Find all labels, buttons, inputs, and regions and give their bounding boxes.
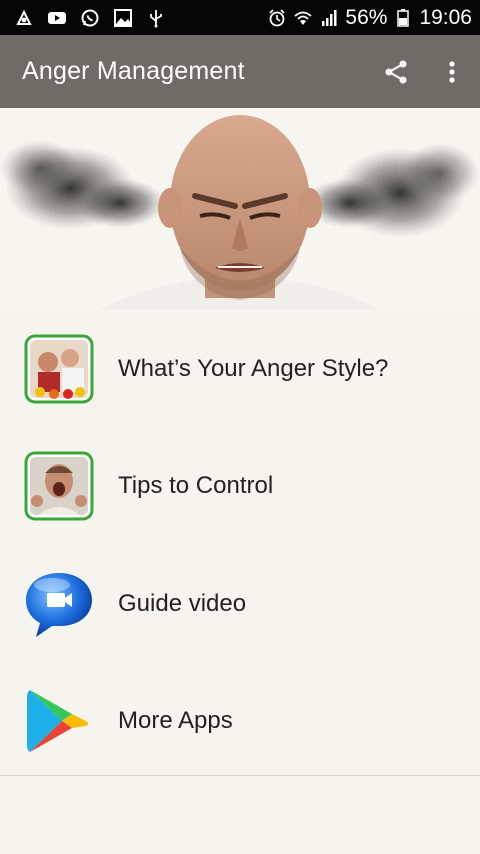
- share-icon: [385, 60, 407, 83]
- menu-item-label: Tips to Control: [118, 472, 274, 500]
- anger-style-thumbnail: [24, 334, 94, 404]
- app-title: Anger Management: [22, 57, 245, 85]
- menu-item-anger-style[interactable]: What’s Your Anger Style?: [0, 310, 480, 428]
- gallery-icon: [113, 8, 133, 28]
- wifi-icon: [293, 8, 313, 28]
- overflow-menu-button[interactable]: [424, 35, 480, 108]
- clock: 19:06: [419, 5, 472, 29]
- menu-list: What’s Your Anger Style? Tips to Control: [0, 310, 480, 780]
- battery-icon: [393, 8, 413, 28]
- menu-item-label: What’s Your Anger Style?: [118, 354, 389, 382]
- battery-percent: 56%: [345, 5, 388, 29]
- hero-image: [0, 108, 480, 310]
- share-button[interactable]: [368, 35, 424, 108]
- status-bar: 56% 19:06: [0, 0, 480, 35]
- screaming-man-thumbnail: [24, 451, 94, 521]
- google-play-icon: [24, 686, 94, 756]
- menu-item-tips[interactable]: Tips to Control: [0, 428, 480, 546]
- youtube-icon: [47, 8, 67, 28]
- menu-item-label: Guide video: [118, 589, 247, 617]
- overflow-menu-icon: [449, 60, 455, 83]
- divider: [0, 775, 480, 776]
- menu-item-guide-video[interactable]: Guide video: [0, 545, 480, 663]
- video-chat-bubble-icon: [24, 569, 94, 639]
- usb-icon: [146, 8, 166, 28]
- menu-item-label: More Apps: [118, 707, 233, 735]
- signal-icon: [319, 8, 339, 28]
- app-bar: Anger Management: [0, 35, 480, 108]
- android-debug-icon: [14, 8, 34, 28]
- alarm-icon: [267, 8, 287, 28]
- whatsapp-icon: [80, 8, 100, 28]
- menu-item-more-apps[interactable]: More Apps: [0, 663, 480, 781]
